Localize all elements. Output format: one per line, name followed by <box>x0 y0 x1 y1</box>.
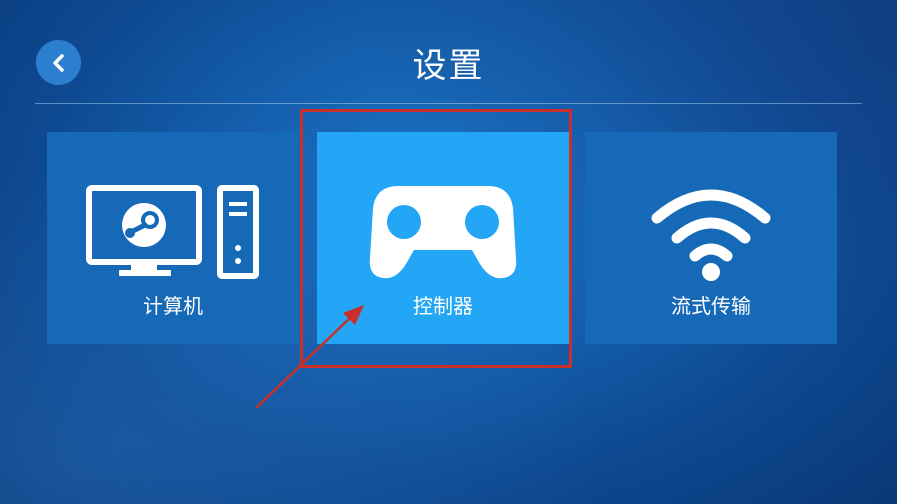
tile-controller[interactable]: 控制器 <box>317 132 569 344</box>
tile-icon-wrap <box>585 132 837 282</box>
tile-icon-wrap <box>47 132 299 282</box>
gamepad-icon <box>369 186 517 279</box>
tile-label: 流式传输 <box>671 294 751 318</box>
computer-steam-icon <box>86 185 259 279</box>
tile-computer[interactable]: 计算机 <box>47 132 299 344</box>
wifi-icon <box>651 189 771 281</box>
tile-label: 计算机 <box>143 294 203 318</box>
tile-label: 控制器 <box>413 294 473 318</box>
tile-streaming[interactable]: 流式传输 <box>585 132 837 344</box>
page-title: 设置 <box>412 46 485 86</box>
header-divider <box>35 103 862 104</box>
tile-icon-wrap <box>317 132 569 282</box>
